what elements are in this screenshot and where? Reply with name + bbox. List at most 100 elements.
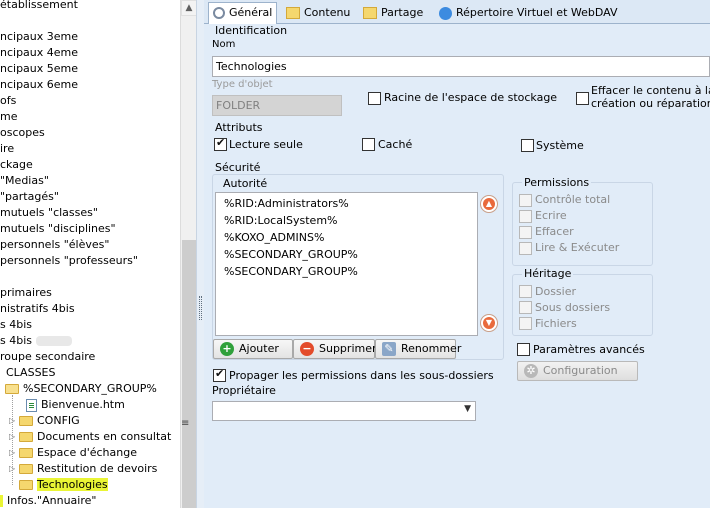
fichiers-label: Fichiers [535, 317, 577, 330]
move-up-button[interactable]: ▲ [480, 195, 498, 213]
sous-dossiers-label: Sous dossiers [535, 301, 611, 314]
tab-general[interactable]: Général [208, 2, 278, 25]
tree-item[interactable]: ▷ Espace d'échange [9, 445, 137, 461]
tree-item[interactable]: s 4bis [0, 333, 72, 349]
list-item[interactable]: %RID:Administrators% [224, 195, 349, 212]
systeme-checkbox[interactable] [521, 139, 534, 152]
move-down-button[interactable]: ▼ [480, 314, 498, 332]
tree-item-label: ire [0, 142, 15, 155]
tree-item-label: Documents en consultat [37, 430, 172, 443]
gear-icon [213, 7, 225, 19]
folder-icon [19, 480, 33, 490]
tree-item[interactable]: %SECONDARY_GROUP% [5, 381, 157, 397]
tree-item[interactable]: ncipaux 4eme [0, 45, 78, 61]
folder-icon [19, 416, 33, 426]
ajouter-button[interactable]: + Ajouter [213, 339, 293, 359]
tree-item-selected[interactable]: Technologies [19, 477, 108, 493]
tree-item-label: s 4bis [0, 334, 32, 347]
tree-item[interactable]: ire [0, 141, 14, 157]
tree-item[interactable]: "Medias" [0, 173, 49, 189]
tree-item[interactable]: s 4bis [0, 317, 32, 333]
racine-checkbox[interactable] [368, 92, 381, 105]
tree-item-label: ofs [0, 94, 17, 107]
propager-checkbox[interactable] [213, 367, 226, 382]
supprimer-button[interactable]: − Supprimer [293, 339, 377, 359]
tree-item[interactable]: Infos."Annuaire" [0, 493, 96, 508]
tree-item[interactable]: me [0, 109, 17, 125]
nom-input[interactable]: Technologies [212, 56, 710, 77]
configuration-label: Configuration [543, 364, 618, 377]
effacer-label-2: création ou réparation [591, 97, 710, 110]
dossier-label: Dossier [535, 285, 577, 298]
tree-item-label: ckage [0, 158, 33, 171]
renommer-label: Renommer [401, 342, 462, 355]
tree-item[interactable]: roupe secondaire [0, 349, 95, 365]
tab-label: Contenu [304, 6, 351, 19]
autorite-list[interactable]: %RID:Administrators% %RID:LocalSystem% %… [215, 192, 478, 336]
tree-item[interactable]: ncipaux 3eme [0, 29, 78, 45]
tree-scrollbar[interactable]: ▲ [180, 0, 197, 508]
effacer-perm-checkbox [519, 226, 532, 239]
attributs-heading: Attributs [215, 121, 263, 134]
tree-item-label: Espace d'échange [37, 446, 137, 459]
renommer-button[interactable]: ✎ Renommer [375, 339, 461, 359]
tree-item[interactable]: "partagés" [0, 189, 59, 205]
tree-item-label: s 4bis [0, 318, 32, 331]
folder-tree[interactable]: établissement ncipaux 3eme ncipaux 4eme … [0, 0, 180, 508]
add-icon: + [220, 342, 234, 356]
tree-item[interactable]: personnels "professeurs" [0, 253, 138, 269]
tree-item[interactable]: établissement [0, 0, 78, 13]
configuration-button[interactable]: ✲ Configuration [517, 361, 638, 381]
systeme-label: Système [536, 139, 584, 152]
tree-item-label: "partagés" [0, 190, 59, 203]
tree-item[interactable]: CLASSES [6, 365, 55, 381]
securite-heading: Sécurité [215, 161, 261, 174]
panel-splitter[interactable] [196, 0, 204, 508]
folder-icon [19, 432, 33, 442]
expand-arrow-icon[interactable]: ▷ [9, 413, 19, 429]
proprietaire-select[interactable]: ▼ [212, 401, 476, 421]
tree-item[interactable]: mutuels "classes" [0, 205, 98, 221]
tree-item[interactable]: primaires [0, 285, 52, 301]
heritage-heading: Héritage [522, 267, 574, 280]
tree-item[interactable]: ofs [0, 93, 16, 109]
effacer-checkbox[interactable] [576, 92, 589, 105]
rename-icon: ✎ [382, 342, 396, 356]
tree-item[interactable]: oscopes [0, 125, 45, 141]
tab-partage[interactable]: Partage [359, 3, 427, 24]
tab-webdav[interactable]: Répertoire Virtuel et WebDAV [435, 3, 621, 24]
tree-item[interactable]: ncipaux 6eme [0, 77, 78, 93]
expand-arrow-icon[interactable]: ▷ [9, 445, 19, 461]
scrollbar-thumb[interactable] [182, 240, 196, 508]
tree-item[interactable]: Bienvenue.htm [26, 397, 125, 413]
tab-label: Général [229, 6, 273, 19]
controle-total-label: Contrôle total [535, 193, 611, 206]
scroll-up-arrow-icon[interactable]: ▲ [181, 0, 197, 16]
permissions-heading: Permissions [522, 176, 592, 189]
expand-arrow-icon[interactable]: ▷ [9, 461, 19, 477]
tree-item[interactable]: ▷ Documents en consultat [9, 429, 171, 445]
list-item[interactable]: %SECONDARY_GROUP% [224, 263, 358, 280]
fichiers-checkbox [519, 317, 532, 330]
lecture-seule-checkbox[interactable] [214, 136, 227, 151]
tab-contenu[interactable]: Contenu [282, 3, 354, 24]
cache-checkbox[interactable] [362, 138, 375, 151]
tree-item-label: CONFIG [37, 414, 80, 427]
properties-panel: Identification Nom Technologies Type d'o… [204, 24, 710, 508]
tree-item[interactable]: mutuels "disciplines" [0, 221, 116, 237]
ecrire-checkbox [519, 210, 532, 223]
tree-item[interactable]: nistratifs 4bis [0, 301, 75, 317]
tree-item[interactable]: ▷ CONFIG [9, 413, 80, 429]
parametres-avances-checkbox[interactable] [517, 343, 530, 356]
tree-item-label: Technologies [37, 478, 108, 491]
list-item[interactable]: %SECONDARY_GROUP% [224, 246, 358, 263]
tree-item[interactable]: ▷ Restitution de devoirs [9, 461, 157, 477]
tree-item[interactable]: ckage [0, 157, 33, 173]
tree-item[interactable]: ncipaux 5eme [0, 61, 78, 77]
tree-item[interactable]: personnels "élèves" [0, 237, 109, 253]
tree-item-label: me [0, 110, 18, 123]
tree-item-label: mutuels "classes" [0, 206, 98, 219]
list-item[interactable]: %RID:LocalSystem% [224, 212, 338, 229]
list-item[interactable]: %KOXO_ADMINS% [224, 229, 324, 246]
expand-arrow-icon[interactable]: ▷ [9, 429, 19, 445]
